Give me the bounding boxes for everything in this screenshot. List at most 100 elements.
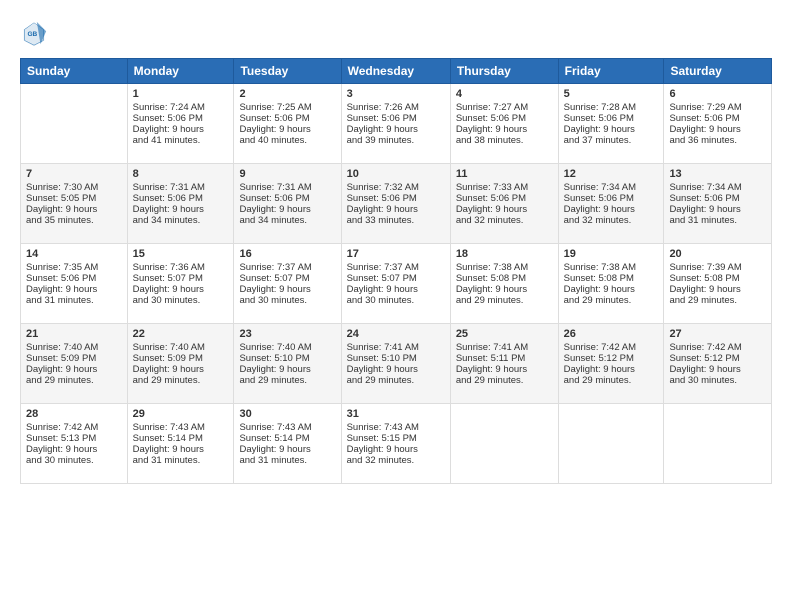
- weekday-header: Tuesday: [234, 59, 341, 84]
- day-info-line: Sunrise: 7:33 AM: [456, 182, 553, 193]
- calendar-cell: 15Sunrise: 7:36 AMSunset: 5:07 PMDayligh…: [127, 244, 234, 324]
- day-info-line: Sunrise: 7:34 AM: [669, 182, 766, 193]
- day-number: 19: [564, 248, 659, 260]
- day-info-line: Sunset: 5:06 PM: [133, 193, 229, 204]
- day-info-line: Daylight: 9 hours: [456, 284, 553, 295]
- day-number: 30: [239, 408, 335, 420]
- calendar-cell: 14Sunrise: 7:35 AMSunset: 5:06 PMDayligh…: [21, 244, 128, 324]
- day-info-line: Sunrise: 7:37 AM: [239, 262, 335, 273]
- day-info-line: Daylight: 9 hours: [564, 284, 659, 295]
- day-info-line: Sunrise: 7:28 AM: [564, 102, 659, 113]
- day-info-line: and 31 minutes.: [239, 455, 335, 466]
- calendar-cell: 10Sunrise: 7:32 AMSunset: 5:06 PMDayligh…: [341, 164, 450, 244]
- calendar-cell: 27Sunrise: 7:42 AMSunset: 5:12 PMDayligh…: [664, 324, 772, 404]
- day-info-line: and 40 minutes.: [239, 135, 335, 146]
- day-number: 28: [26, 408, 122, 420]
- calendar-cell: [21, 84, 128, 164]
- calendar-cell: 3Sunrise: 7:26 AMSunset: 5:06 PMDaylight…: [341, 84, 450, 164]
- day-info-line: Daylight: 9 hours: [347, 124, 445, 135]
- day-info-line: Daylight: 9 hours: [669, 204, 766, 215]
- day-info-line: Sunset: 5:08 PM: [564, 273, 659, 284]
- day-info-line: Sunrise: 7:42 AM: [669, 342, 766, 353]
- day-info-line: Sunrise: 7:31 AM: [239, 182, 335, 193]
- day-info-line: Sunset: 5:09 PM: [133, 353, 229, 364]
- day-info-line: and 29 minutes.: [347, 375, 445, 386]
- day-number: 10: [347, 168, 445, 180]
- day-info-line: Sunset: 5:14 PM: [239, 433, 335, 444]
- calendar-cell: 16Sunrise: 7:37 AMSunset: 5:07 PMDayligh…: [234, 244, 341, 324]
- day-info-line: Sunrise: 7:43 AM: [133, 422, 229, 433]
- day-info-line: and 29 minutes.: [564, 375, 659, 386]
- day-info-line: Daylight: 9 hours: [564, 204, 659, 215]
- logo-icon: GB: [20, 20, 48, 48]
- day-info-line: and 34 minutes.: [133, 215, 229, 226]
- day-info-line: Daylight: 9 hours: [133, 284, 229, 295]
- day-info-line: Sunset: 5:10 PM: [347, 353, 445, 364]
- calendar-cell: 1Sunrise: 7:24 AMSunset: 5:06 PMDaylight…: [127, 84, 234, 164]
- calendar-cell: 9Sunrise: 7:31 AMSunset: 5:06 PMDaylight…: [234, 164, 341, 244]
- day-info-line: Sunrise: 7:26 AM: [347, 102, 445, 113]
- day-info-line: Sunrise: 7:34 AM: [564, 182, 659, 193]
- day-info-line: Daylight: 9 hours: [239, 284, 335, 295]
- day-info-line: Sunset: 5:11 PM: [456, 353, 553, 364]
- calendar-header-row: SundayMondayTuesdayWednesdayThursdayFrid…: [21, 59, 772, 84]
- day-info-line: Sunset: 5:06 PM: [564, 193, 659, 204]
- day-info-line: Daylight: 9 hours: [133, 444, 229, 455]
- calendar-cell: 26Sunrise: 7:42 AMSunset: 5:12 PMDayligh…: [558, 324, 664, 404]
- day-info-line: Daylight: 9 hours: [347, 284, 445, 295]
- calendar-cell: 7Sunrise: 7:30 AMSunset: 5:05 PMDaylight…: [21, 164, 128, 244]
- day-info-line: Sunset: 5:13 PM: [26, 433, 122, 444]
- calendar-cell: 23Sunrise: 7:40 AMSunset: 5:10 PMDayligh…: [234, 324, 341, 404]
- day-info-line: Sunset: 5:05 PM: [26, 193, 122, 204]
- page-header: GB: [20, 20, 772, 48]
- day-info-line: Sunset: 5:06 PM: [347, 193, 445, 204]
- day-number: 1: [133, 88, 229, 100]
- day-info-line: Daylight: 9 hours: [347, 364, 445, 375]
- calendar-cell: 30Sunrise: 7:43 AMSunset: 5:14 PMDayligh…: [234, 404, 341, 484]
- day-number: 11: [456, 168, 553, 180]
- day-number: 23: [239, 328, 335, 340]
- calendar-week-row: 7Sunrise: 7:30 AMSunset: 5:05 PMDaylight…: [21, 164, 772, 244]
- calendar-cell: 4Sunrise: 7:27 AMSunset: 5:06 PMDaylight…: [450, 84, 558, 164]
- day-info-line: Sunrise: 7:36 AM: [133, 262, 229, 273]
- calendar-cell: 2Sunrise: 7:25 AMSunset: 5:06 PMDaylight…: [234, 84, 341, 164]
- day-number: 12: [564, 168, 659, 180]
- day-info-line: and 29 minutes.: [26, 375, 122, 386]
- day-info-line: Sunset: 5:10 PM: [239, 353, 335, 364]
- day-info-line: Sunrise: 7:31 AM: [133, 182, 229, 193]
- day-info-line: Sunrise: 7:43 AM: [239, 422, 335, 433]
- day-number: 3: [347, 88, 445, 100]
- day-info-line: Daylight: 9 hours: [239, 204, 335, 215]
- weekday-header: Friday: [558, 59, 664, 84]
- day-number: 31: [347, 408, 445, 420]
- day-info-line: and 29 minutes.: [133, 375, 229, 386]
- day-info-line: Sunset: 5:06 PM: [564, 113, 659, 124]
- day-info-line: Sunset: 5:06 PM: [239, 193, 335, 204]
- day-number: 27: [669, 328, 766, 340]
- day-info-line: Sunset: 5:12 PM: [669, 353, 766, 364]
- day-info-line: Sunset: 5:06 PM: [456, 113, 553, 124]
- day-number: 5: [564, 88, 659, 100]
- day-info-line: Daylight: 9 hours: [564, 124, 659, 135]
- weekday-header: Wednesday: [341, 59, 450, 84]
- day-info-line: Sunrise: 7:39 AM: [669, 262, 766, 273]
- day-info-line: and 32 minutes.: [564, 215, 659, 226]
- day-info-line: Sunset: 5:07 PM: [347, 273, 445, 284]
- calendar-cell: 31Sunrise: 7:43 AMSunset: 5:15 PMDayligh…: [341, 404, 450, 484]
- calendar-cell: [450, 404, 558, 484]
- day-info-line: Sunset: 5:08 PM: [456, 273, 553, 284]
- day-info-line: Daylight: 9 hours: [239, 124, 335, 135]
- day-number: 15: [133, 248, 229, 260]
- day-info-line: and 41 minutes.: [133, 135, 229, 146]
- day-info-line: Sunrise: 7:25 AM: [239, 102, 335, 113]
- day-info-line: and 31 minutes.: [133, 455, 229, 466]
- day-info-line: and 38 minutes.: [456, 135, 553, 146]
- calendar-week-row: 21Sunrise: 7:40 AMSunset: 5:09 PMDayligh…: [21, 324, 772, 404]
- calendar-cell: 24Sunrise: 7:41 AMSunset: 5:10 PMDayligh…: [341, 324, 450, 404]
- calendar-cell: 18Sunrise: 7:38 AMSunset: 5:08 PMDayligh…: [450, 244, 558, 324]
- day-info-line: and 29 minutes.: [564, 295, 659, 306]
- calendar-week-row: 28Sunrise: 7:42 AMSunset: 5:13 PMDayligh…: [21, 404, 772, 484]
- day-info-line: and 32 minutes.: [347, 455, 445, 466]
- calendar-cell: 13Sunrise: 7:34 AMSunset: 5:06 PMDayligh…: [664, 164, 772, 244]
- day-number: 29: [133, 408, 229, 420]
